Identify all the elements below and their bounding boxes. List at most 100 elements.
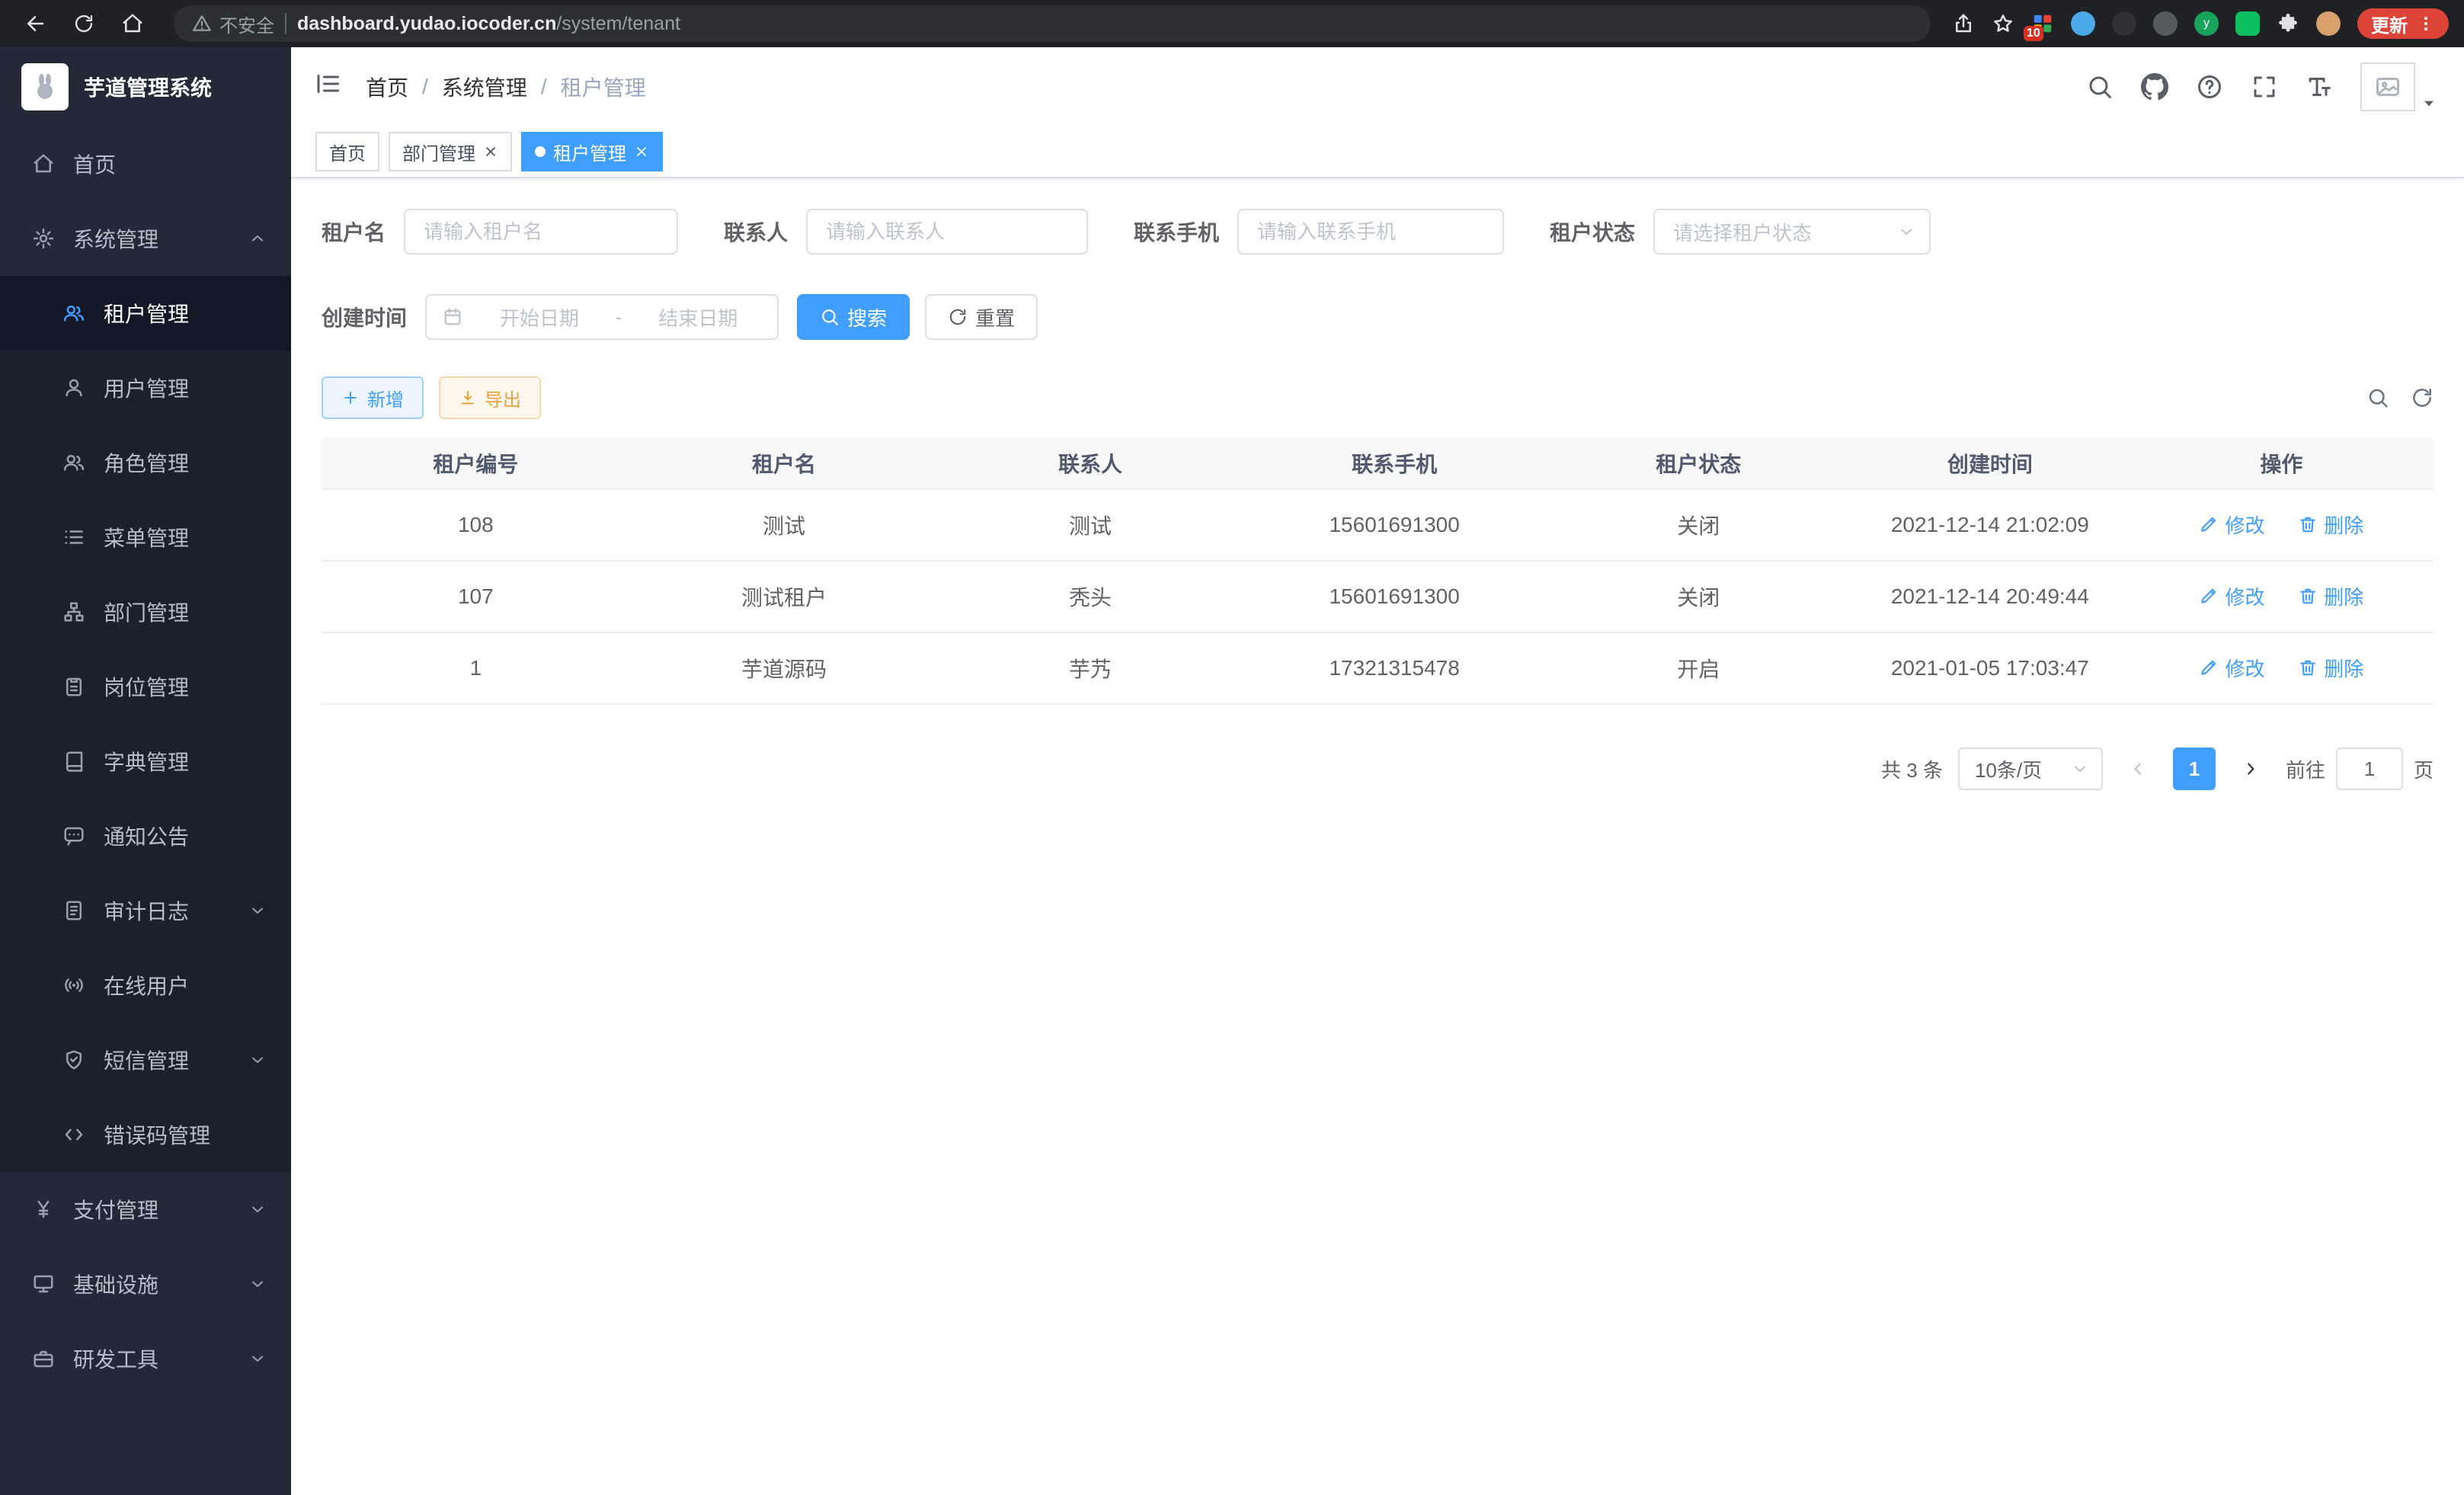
avatar <box>2360 62 2415 111</box>
shield-icon <box>62 1048 85 1071</box>
sidebar-item-system-management[interactable]: 系统管理 <box>0 201 291 276</box>
sidebar-item-dev-tools[interactable]: 研发工具 <box>0 1321 291 1396</box>
reset-button[interactable]: 重置 <box>925 294 1038 340</box>
tab-label: 租户管理 <box>553 139 626 165</box>
col-status: 租户状态 <box>1547 437 1851 489</box>
url-host: dashboard.yudao.iocoder.cn <box>297 13 556 34</box>
tenant-name-input[interactable] <box>404 209 678 255</box>
badge-icon <box>62 675 85 698</box>
filter-contact: 联系人 <box>724 209 1088 255</box>
tab-home[interactable]: 首页 <box>315 132 379 171</box>
app-shell: 芋道管理系统 首页 系统管理 租户管理 <box>0 47 2464 1495</box>
browser-update-button[interactable]: 更新 <box>2357 8 2449 39</box>
edit-link[interactable]: 修改 <box>2199 582 2264 610</box>
sidebar-item-label: 字典管理 <box>104 746 189 776</box>
extension-icon-puzzle[interactable] <box>2277 12 2299 35</box>
prev-page-button[interactable] <box>2118 748 2158 790</box>
sidebar-item-notice[interactable]: 通知公告 <box>0 799 291 873</box>
delete-label: 删除 <box>2324 582 2363 610</box>
profile-avatar[interactable] <box>2316 11 2341 36</box>
table-row: 108 测试 测试 15601691300 关闭 2021-12-14 21:0… <box>322 489 2434 561</box>
add-button[interactable]: 新增 <box>322 376 424 419</box>
tab-tenant-management[interactable]: 租户管理 <box>521 132 663 171</box>
page-size-value: 10条/页 <box>1975 755 2042 783</box>
search-button[interactable]: 搜索 <box>797 294 910 340</box>
pagination-total: 共 3 条 <box>1881 755 1943 783</box>
chevron-right-icon <box>2241 759 2261 779</box>
sidebar-item-label: 短信管理 <box>104 1045 189 1075</box>
user-avatar-menu[interactable] <box>2360 62 2437 111</box>
sidebar-item-audit-log[interactable]: 审计日志 <box>0 873 291 948</box>
header-search-button[interactable] <box>2086 73 2114 101</box>
fullscreen-button[interactable] <box>2251 73 2278 101</box>
next-page-button[interactable] <box>2231 748 2270 790</box>
browser-home-button[interactable] <box>113 4 152 43</box>
sidebar-item-label: 通知公告 <box>104 821 189 851</box>
edit-link[interactable]: 修改 <box>2199 511 2264 539</box>
browser-reload-button[interactable] <box>64 4 104 43</box>
delete-link[interactable]: 删除 <box>2298 654 2363 682</box>
sidebar-toggle-button[interactable] <box>314 70 341 104</box>
sidebar-item-user-management[interactable]: 用户管理 <box>0 351 291 425</box>
sidebar-item-online-users[interactable]: 在线用户 <box>0 948 291 1023</box>
breadcrumb-system[interactable]: 系统管理 <box>442 72 527 102</box>
document-icon <box>62 899 85 922</box>
export-button[interactable]: 导出 <box>439 376 541 419</box>
page-content: 租户名 联系人 联系手机 租户状态 请选择租户状态 <box>291 178 2464 1495</box>
browser-back-button[interactable] <box>15 4 55 43</box>
goto-page: 前往 页 <box>2286 748 2434 790</box>
sidebar-item-sms-management[interactable]: 短信管理 <box>0 1023 291 1097</box>
breadcrumb-home[interactable]: 首页 <box>366 72 408 102</box>
phone-input[interactable] <box>1237 209 1504 255</box>
goto-page-input[interactable] <box>2336 748 2403 790</box>
sidebar-item-payment-management[interactable]: 支付管理 <box>0 1172 291 1247</box>
page-size-select[interactable]: 10条/页 <box>1958 748 2103 790</box>
sidebar-item-infrastructure[interactable]: 基础设施 <box>0 1247 291 1321</box>
contact-input[interactable] <box>806 209 1088 255</box>
edit-link[interactable]: 修改 <box>2199 654 2264 682</box>
sidebar-item-dict-management[interactable]: 字典管理 <box>0 724 291 799</box>
delete-link[interactable]: 删除 <box>2298 511 2363 539</box>
sidebar-item-home[interactable]: 首页 <box>0 126 291 201</box>
share-button[interactable] <box>1952 12 1975 35</box>
bookmark-button[interactable] <box>1992 12 2014 35</box>
sidebar-item-tenant-management[interactable]: 租户管理 <box>0 276 291 351</box>
extension-icon-gray[interactable] <box>2153 11 2178 36</box>
status-label: 租户状态 <box>1550 216 1635 247</box>
extension-icon-green-circle[interactable]: y <box>2194 11 2219 36</box>
font-size-button[interactable] <box>2306 73 2333 101</box>
security-chip[interactable]: 不安全 <box>192 11 274 37</box>
refresh-icon <box>948 307 968 327</box>
sidebar-item-dept-management[interactable]: 部门管理 <box>0 575 291 649</box>
sidebar-item-post-management[interactable]: 岗位管理 <box>0 649 291 724</box>
cell-status: 关闭 <box>1547 561 1851 632</box>
delete-link[interactable]: 删除 <box>2298 582 2363 610</box>
book-icon <box>62 750 85 773</box>
status-select[interactable]: 请选择租户状态 <box>1653 209 1931 255</box>
github-link[interactable] <box>2141 73 2168 101</box>
extension-icon-blue[interactable] <box>2071 11 2095 36</box>
extension-icon-green-square[interactable] <box>2235 11 2260 36</box>
help-button[interactable] <box>2196 73 2223 101</box>
cell-tenant-name: 测试租户 <box>630 561 939 632</box>
edit-label: 修改 <box>2225 654 2264 682</box>
close-icon[interactable] <box>634 144 649 159</box>
extension-icon-dark[interactable] <box>2112 11 2136 36</box>
cell-phone: 15601691300 <box>1243 561 1547 632</box>
toggle-search-icon[interactable] <box>2366 386 2389 409</box>
sidebar-item-error-code-management[interactable]: 错误码管理 <box>0 1097 291 1172</box>
filter-tenant-name: 租户名 <box>322 209 678 255</box>
address-bar[interactable]: 不安全 dashboard.yudao.iocoder.cn/system/te… <box>174 5 1931 42</box>
phone-label: 联系手机 <box>1134 216 1219 247</box>
sidebar-item-role-management[interactable]: 角色管理 <box>0 425 291 500</box>
app-logo-row[interactable]: 芋道管理系统 <box>0 47 291 126</box>
page-number-1[interactable]: 1 <box>2173 748 2216 790</box>
close-icon[interactable] <box>483 144 498 159</box>
github-icon <box>2141 73 2168 101</box>
tab-dept-management[interactable]: 部门管理 <box>389 132 512 171</box>
topbar: 首页 / 系统管理 / 租户管理 <box>291 47 2464 126</box>
extension-pinned[interactable]: 10 <box>2031 12 2054 35</box>
sidebar-item-menu-management[interactable]: 菜单管理 <box>0 500 291 575</box>
refresh-table-icon[interactable] <box>2411 386 2434 409</box>
date-range-picker[interactable]: 开始日期 - 结束日期 <box>425 294 779 340</box>
